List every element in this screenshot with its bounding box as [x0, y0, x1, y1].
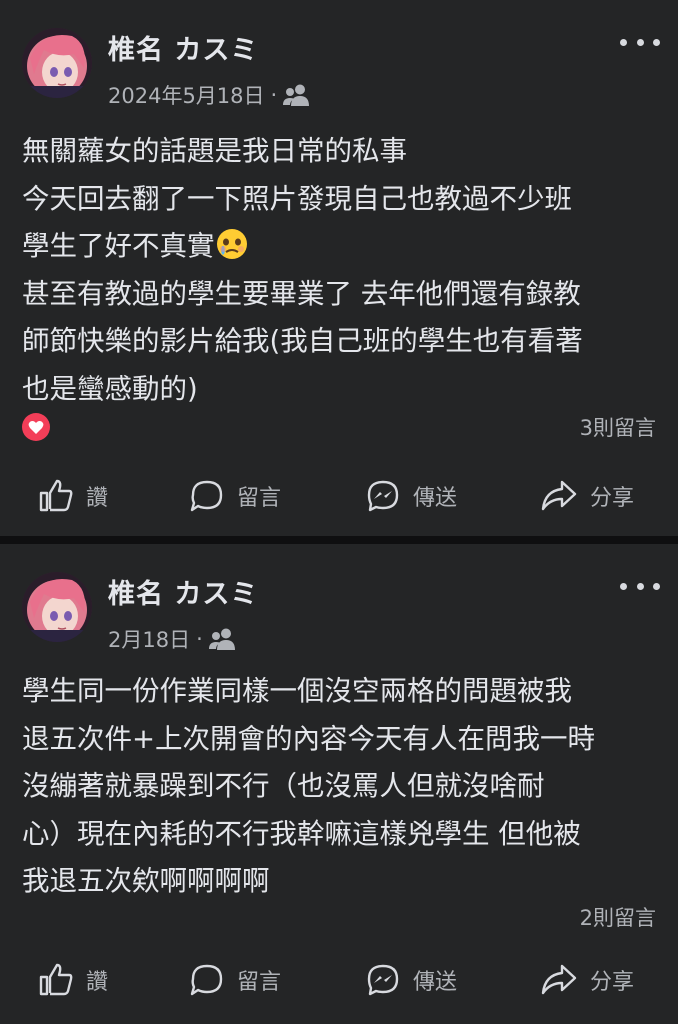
friends-icon[interactable]	[208, 627, 237, 651]
comment-button[interactable]: 留言	[189, 466, 281, 526]
post-body: 無關蘿女的話題是我日常的私事 今天回去翻了一下照片發現自己也教過不少班 學生了好…	[22, 128, 662, 413]
meta-separator: ·	[196, 627, 203, 651]
send-button[interactable]: 傳送	[365, 950, 457, 1010]
comment-label: 留言	[237, 486, 282, 511]
comment-icon	[190, 480, 223, 512]
post-text-line: 無關蘿女的話題是我日常的私事	[22, 135, 407, 167]
messenger-icon	[367, 480, 399, 512]
reactions-bar: 3則留言	[22, 410, 656, 444]
like-icon	[39, 963, 73, 996]
love-reaction-icon[interactable]	[22, 413, 50, 441]
avatar-image	[22, 28, 92, 98]
more-options-icon[interactable]	[620, 30, 660, 54]
like-button[interactable]: 讚	[38, 950, 108, 1010]
post-text-line: 也是蠻感動的)	[22, 372, 198, 405]
post-header: 椎名 カスミ 2024年5月18日 ·	[0, 0, 678, 110]
post-text-line-with-emoji: 學生了好不真實	[22, 223, 662, 271]
reactions-bar: 2則留言	[22, 900, 656, 934]
comment-icon	[190, 964, 223, 996]
send-label: 傳送	[413, 486, 458, 511]
post-meta: 2024年5月18日 ·	[108, 80, 311, 110]
post-actions: 讚 留言 傳送 分享	[0, 950, 678, 1010]
post-card: 椎名 カスミ 2月18日 · 學生同一份作業同樣一個沒空兩格的問題被我 退五次件…	[0, 544, 678, 1024]
post-date[interactable]: 2024年5月18日	[108, 80, 265, 110]
share-button[interactable]: 分享	[540, 466, 634, 526]
share-label: 分享	[590, 486, 635, 511]
like-label: 讚	[86, 486, 109, 511]
send-button[interactable]: 傳送	[365, 466, 457, 526]
meta-separator: ·	[270, 83, 278, 107]
news-feed: 椎名 カスミ 2024年5月18日 · 無關蘿女的話題是我日常的私事 今天回去翻…	[0, 0, 678, 1024]
share-icon	[541, 964, 577, 995]
comment-button[interactable]: 留言	[189, 950, 281, 1010]
like-label: 讚	[86, 970, 109, 995]
post-text-line: 我退五次欸啊啊啊啊	[22, 865, 270, 897]
post-date[interactable]: 2月18日	[108, 624, 190, 654]
post-text-line: 甚至有教過的學生要畢業了 去年他們還有錄教	[22, 277, 581, 310]
like-icon	[39, 479, 73, 512]
post-text-line: 心）現在內耗的不行我幹嘛這樣兇學生 但他被	[22, 817, 581, 850]
share-label: 分享	[590, 970, 635, 995]
like-button[interactable]: 讚	[38, 466, 108, 526]
share-button[interactable]: 分享	[540, 950, 634, 1010]
post-text-line: 今天回去翻了一下照片發現自己也教過不少班	[22, 182, 572, 215]
post-body: 學生同一份作業同樣一個沒空兩格的問題被我 退五次件+上次開會的內容今天有人在問我…	[22, 668, 662, 906]
post-text-line: 學生同一份作業同樣一個沒空兩格的問題被我	[22, 675, 572, 707]
share-icon	[541, 480, 577, 511]
post-text-line: 沒繃著就暴躁到不行（也沒罵人但就沒啥耐	[22, 770, 545, 802]
comment-count[interactable]: 2則留言	[580, 902, 656, 932]
post-meta: 2月18日 ·	[108, 624, 237, 654]
author-name[interactable]: 椎名 カスミ	[108, 28, 258, 67]
author-name[interactable]: 椎名 カスミ	[108, 572, 258, 611]
send-label: 傳送	[413, 970, 458, 995]
avatar[interactable]	[22, 572, 92, 642]
more-options-icon[interactable]	[620, 574, 660, 598]
face-holding-back-tears-icon	[216, 229, 247, 259]
comment-label: 留言	[237, 970, 282, 995]
post-header: 椎名 カスミ 2月18日 ·	[0, 544, 678, 654]
post-card: 椎名 カスミ 2024年5月18日 · 無關蘿女的話題是我日常的私事 今天回去翻…	[0, 0, 678, 536]
messenger-icon	[367, 964, 399, 996]
post-actions: 讚 留言 傳送 分享	[0, 466, 678, 526]
friends-icon[interactable]	[283, 83, 311, 107]
comment-count[interactable]: 3則留言	[580, 412, 656, 442]
post-text-line: 師節快樂的影片給我(我自己班的學生也有看著	[22, 325, 583, 357]
post-text-line: 退五次件+上次開會的內容今天有人在問我一時	[22, 722, 596, 755]
avatar-image	[22, 572, 92, 642]
avatar[interactable]	[22, 28, 92, 98]
